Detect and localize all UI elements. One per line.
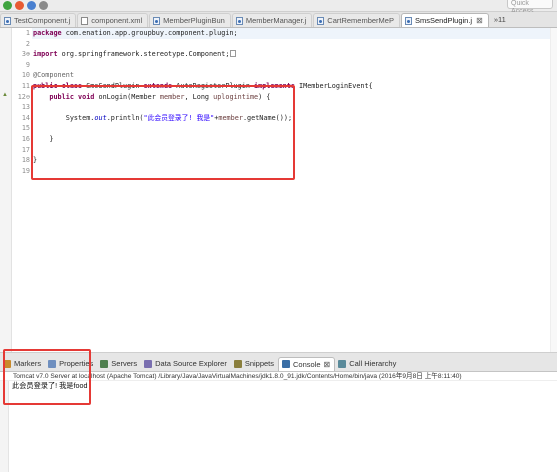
line-number: 11 [21, 82, 30, 90]
main-toolbar: Quick Access [0, 0, 557, 15]
call-hierarchy-icon [338, 359, 347, 368]
database-icon [144, 359, 153, 368]
quick-access-input[interactable]: Quick Access [507, 0, 553, 15]
line-number: 19 [21, 166, 30, 175]
line-number: 12⊖ [17, 92, 30, 101]
line-number: 13 [21, 103, 30, 112]
line-number: 10 [21, 71, 30, 80]
java-file-icon [317, 16, 325, 25]
java-file-icon [235, 16, 243, 25]
code-text-span: com.enation.app.groupbuy.component.plugi… [61, 29, 238, 37]
keyword: package [33, 29, 62, 37]
view-tab-label: Console [293, 359, 321, 369]
view-tab-label: Servers [111, 359, 138, 368]
annotation-ruler [0, 28, 12, 352]
line-number: 17 [21, 145, 30, 154]
tab-testcomponent[interactable]: TestComponent.j [0, 13, 77, 27]
code-line: @Component [33, 70, 74, 81]
folded-imports-icon[interactable] [230, 50, 237, 58]
tab-console[interactable]: Console ⊠ [278, 356, 336, 371]
line-number: 15 [21, 124, 30, 133]
debug-icon[interactable] [27, 1, 36, 10]
line-number: 14 [21, 113, 30, 122]
line-number: 9 [25, 60, 30, 69]
view-tab-label: Data Source Explorer [155, 359, 227, 368]
console-highlight-box [3, 349, 91, 405]
tab-data-source-explorer[interactable]: Data Source Explorer [141, 357, 231, 371]
xml-file-icon [81, 16, 89, 25]
tab-membermanager[interactable]: MemberManager.j [231, 13, 313, 27]
tab-component-xml[interactable]: component.xml [77, 13, 149, 27]
tab-label: MemberPluginBun [163, 16, 225, 25]
code-text-span: IMemberLoginEvent{ [294, 82, 373, 90]
tab-cartremembermeplugin[interactable]: CartRememberMeP [313, 13, 400, 27]
code-editor[interactable]: 1 2 3⊕ 9 10 11 12⊖ 13 14 15 16 17 18 19 … [0, 28, 557, 352]
tab-overflow-button[interactable]: »11 [490, 15, 506, 24]
code-line: package com.enation.app.groupbuy.compone… [33, 28, 238, 39]
line-number: 18 [21, 156, 30, 165]
settings-icon[interactable] [39, 1, 48, 10]
console-icon [282, 360, 291, 368]
line-number-gutter: 1 2 3⊕ 9 10 11 12⊖ 13 14 15 16 17 18 19 [12, 28, 32, 352]
snippets-icon [233, 359, 242, 368]
tab-label: TestComponent.j [14, 16, 71, 25]
code-line: import org.springframework.stereotype.Co… [33, 49, 237, 60]
java-file-icon [4, 16, 11, 25]
view-tab-label: Call Hierarchy [349, 359, 397, 368]
tab-call-hierarchy[interactable]: Call Hierarchy [335, 357, 400, 371]
tab-memberpluginbundle[interactable]: MemberPluginBun [149, 13, 231, 27]
run-icon[interactable] [3, 1, 12, 10]
tab-smssendplugin[interactable]: SmsSendPlugin.j ⊠ [400, 13, 489, 27]
override-marker-icon: ▲ [2, 91, 8, 98]
code-text-span: org.springframework.stereotype.Component… [57, 50, 230, 59]
editor-vertical-scrollbar[interactable] [550, 28, 557, 352]
keyword: import [33, 50, 58, 59]
code-highlight-box [31, 85, 295, 180]
java-file-icon [404, 16, 412, 25]
tab-servers[interactable]: Servers [97, 357, 141, 371]
tab-label: MemberManager.j [245, 16, 307, 25]
close-tab-icon[interactable]: ⊠ [476, 16, 483, 25]
editor-tab-bar: TestComponent.j component.xml MemberPlug… [0, 12, 557, 28]
servers-icon [100, 359, 109, 368]
annotation: @Component [33, 71, 74, 80]
line-number: 16 [21, 135, 30, 143]
line-number[interactable]: 3⊕ [12, 49, 30, 60]
close-console-icon[interactable]: ⊠ [324, 360, 331, 369]
view-tab-label: Snippets [244, 359, 275, 368]
java-file-icon [153, 16, 161, 25]
tab-label: CartRememberMeP [327, 16, 394, 25]
tab-snippets[interactable]: Snippets [231, 357, 278, 371]
tab-label: SmsSendPlugin.j [414, 16, 473, 25]
tab-label: component.xml [91, 16, 143, 25]
line-number: 1 [25, 29, 30, 37]
line-number: 2 [25, 39, 30, 48]
stop-icon[interactable] [15, 1, 24, 10]
